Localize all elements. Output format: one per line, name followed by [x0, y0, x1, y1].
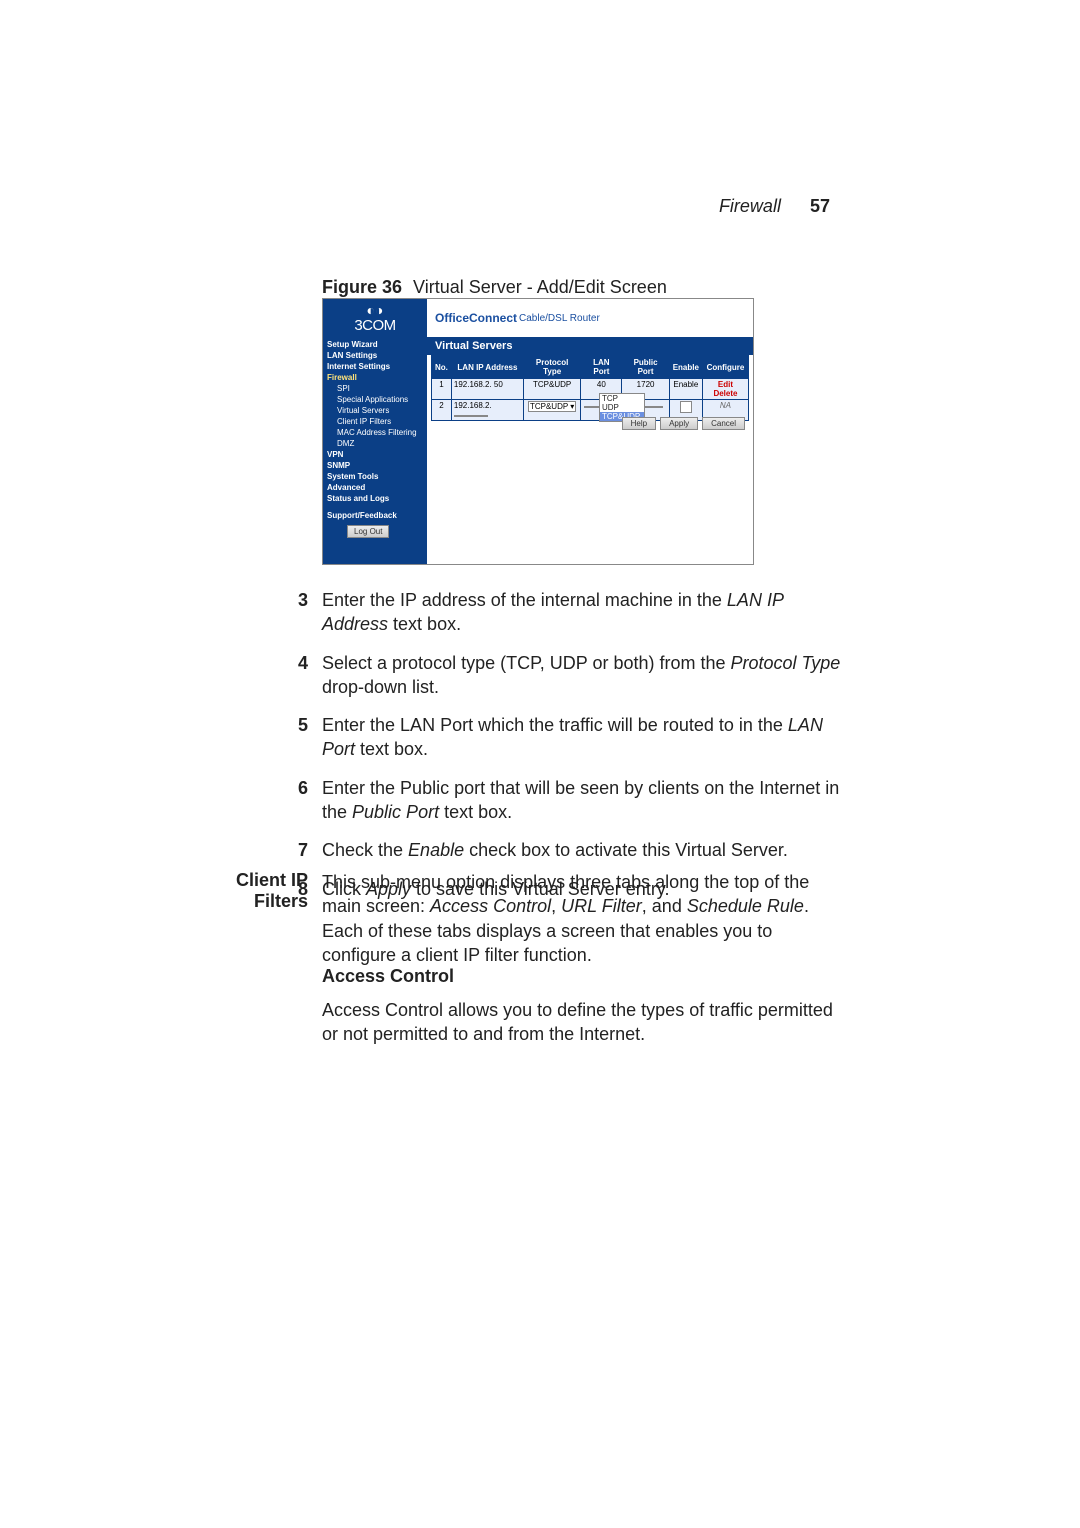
- cell-enable: Enable: [669, 379, 702, 400]
- dropdown-option-udp[interactable]: UDP: [600, 403, 644, 412]
- nav-vpn[interactable]: VPN: [327, 449, 423, 460]
- edit-link[interactable]: Edit: [718, 380, 733, 389]
- step-text: drop-down list.: [322, 677, 439, 697]
- instruction-block: 3 Enter the IP address of the internal m…: [322, 588, 842, 915]
- step-number: 7: [298, 838, 308, 862]
- step-em: Protocol Type: [731, 653, 841, 673]
- nav-advanced[interactable]: Advanced: [327, 482, 423, 493]
- page-number: 57: [810, 196, 830, 216]
- step-text: Enter the LAN Port which the traffic wil…: [322, 715, 788, 735]
- figure-caption: Figure 36 Virtual Server - Add/Edit Scre…: [322, 277, 667, 298]
- section-title: Virtual Servers: [427, 337, 753, 355]
- logo-area: ◐◑ 3COM: [323, 299, 427, 337]
- paragraph-client-ip: This sub-menu option displays three tabs…: [322, 870, 842, 967]
- figure-title: Virtual Server - Add/Edit Screen: [413, 277, 667, 297]
- figure-label: Figure 36: [322, 277, 402, 297]
- sidebar: ◐◑ 3COM Setup Wizard LAN Settings Intern…: [323, 299, 427, 564]
- th-pub-port: Public Port: [622, 356, 669, 379]
- cell-no: 1: [432, 379, 452, 400]
- cell-ip: 192.168.2.: [451, 400, 523, 421]
- protocol-select[interactable]: TCP&UDP ▾: [528, 401, 576, 412]
- nav-spi[interactable]: SPI: [327, 383, 423, 394]
- step-text: text box.: [439, 802, 512, 822]
- paragraph-access-control: Access Control allows you to define the …: [322, 998, 842, 1047]
- globe-icon: ◐◑: [367, 303, 384, 317]
- cell-ip: 192.168.2. 50: [451, 379, 523, 400]
- app-title: OfficeConnect Cable/DSL Router: [427, 299, 753, 337]
- steps-list: 3 Enter the IP address of the internal m…: [322, 588, 842, 915]
- step-4: 4 Select a protocol type (TCP, UDP or bo…: [322, 651, 842, 714]
- sidebar-nav: Setup Wizard LAN Settings Internet Setti…: [323, 337, 427, 540]
- para-text: , and: [642, 896, 687, 916]
- th-enable: Enable: [669, 356, 702, 379]
- nav-snmp[interactable]: SNMP: [327, 460, 423, 471]
- th-configure: Configure: [702, 356, 748, 379]
- nav-special-apps[interactable]: Special Applications: [327, 394, 423, 405]
- section-name: Firewall: [719, 196, 781, 216]
- step-text: Enter the IP address of the internal mac…: [322, 590, 727, 610]
- delete-link[interactable]: Delete: [713, 389, 737, 398]
- cell-no: 2: [432, 400, 452, 421]
- nav-support[interactable]: Support/Feedback: [327, 510, 423, 521]
- step-number: 3: [298, 588, 308, 612]
- step-number: 5: [298, 713, 308, 737]
- help-button[interactable]: Help: [622, 417, 656, 430]
- screenshot: ◐◑ 3COM Setup Wizard LAN Settings Intern…: [322, 298, 754, 565]
- nav-lan-settings[interactable]: LAN Settings: [327, 350, 423, 361]
- para-em: Access Control: [430, 896, 551, 916]
- button-row: Help Apply Cancel: [622, 417, 745, 430]
- para-em: URL Filter: [561, 896, 642, 916]
- step-3: 3 Enter the IP address of the internal m…: [322, 588, 842, 651]
- th-no: No.: [432, 356, 452, 379]
- step-text: text box.: [388, 614, 461, 634]
- nav-system-tools[interactable]: System Tools: [327, 471, 423, 482]
- enable-checkbox[interactable]: [680, 401, 692, 413]
- side-heading: Client IP Filters: [188, 870, 308, 912]
- step-text: check box to activate this Virtual Serve…: [464, 840, 788, 860]
- apply-button[interactable]: Apply: [660, 417, 698, 430]
- para-em: Schedule Rule: [687, 896, 804, 916]
- step-text: text box.: [355, 739, 428, 759]
- th-proto: Protocol Type: [523, 356, 580, 379]
- cell-configure: Edit Delete: [702, 379, 748, 400]
- cell-proto: TCP&UDP ▾: [523, 400, 580, 421]
- nav-dmz[interactable]: DMZ: [327, 438, 423, 449]
- cancel-button[interactable]: Cancel: [702, 417, 745, 430]
- step-6: 6 Enter the Public port that will be see…: [322, 776, 842, 839]
- brand-text: OfficeConnect: [435, 311, 517, 325]
- nav-firewall[interactable]: Firewall: [327, 372, 423, 383]
- nav-virtual-servers[interactable]: Virtual Servers: [327, 405, 423, 416]
- nav-status-logs[interactable]: Status and Logs: [327, 493, 423, 504]
- nav-setup-wizard[interactable]: Setup Wizard: [327, 339, 423, 350]
- cell-proto: TCP&UDP: [523, 379, 580, 400]
- running-header: Firewall 57: [719, 196, 830, 217]
- th-lan-port: LAN Port: [581, 356, 622, 379]
- sub-heading: Access Control: [322, 966, 454, 987]
- brand-logo: 3COM: [354, 317, 395, 334]
- nav-internet-settings[interactable]: Internet Settings: [327, 361, 423, 372]
- step-number: 4: [298, 651, 308, 675]
- brand-sub: Cable/DSL Router: [519, 313, 600, 324]
- ip-suffix-input[interactable]: [454, 415, 488, 417]
- step-em: Enable: [408, 840, 464, 860]
- na-text: NA: [720, 401, 731, 410]
- nav-mac-filtering[interactable]: MAC Address Filtering: [327, 427, 423, 438]
- ip-prefix: 192.168.2.: [454, 401, 492, 410]
- step-text: Check the: [322, 840, 408, 860]
- table-row: 1 192.168.2. 50 TCP&UDP 40 1720 Enable E…: [432, 379, 749, 400]
- step-text: Select a protocol type (TCP, UDP or both…: [322, 653, 731, 673]
- virtual-servers-table: No. LAN IP Address Protocol Type LAN Por…: [431, 355, 749, 421]
- para-text: ,: [551, 896, 561, 916]
- dropdown-option-tcp[interactable]: TCP: [600, 394, 644, 403]
- step-5: 5 Enter the LAN Port which the traffic w…: [322, 713, 842, 776]
- th-ip: LAN IP Address: [451, 356, 523, 379]
- step-number: 6: [298, 776, 308, 800]
- page: Firewall 57 Figure 36 Virtual Server - A…: [0, 0, 1080, 1528]
- logout-button[interactable]: Log Out: [347, 525, 389, 538]
- nav-client-ip-filters[interactable]: Client IP Filters: [327, 416, 423, 427]
- step-em: Public Port: [352, 802, 439, 822]
- main-panel: OfficeConnect Cable/DSL Router Virtual S…: [427, 299, 753, 564]
